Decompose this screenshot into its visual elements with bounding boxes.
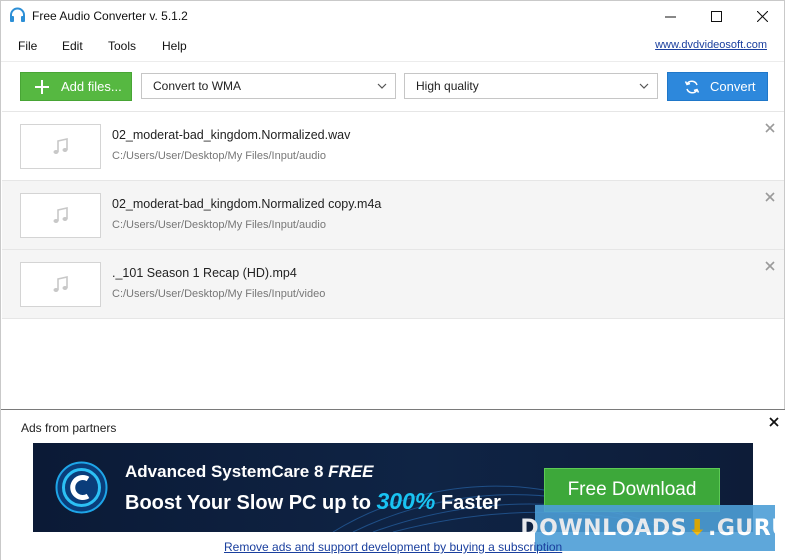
ad-free-tag: FREE	[328, 462, 374, 481]
ad-tagline-percent: 300%	[376, 488, 436, 514]
file-thumbnail	[20, 124, 101, 169]
remove-file-icon[interactable]	[764, 122, 776, 134]
remove-ads-link[interactable]: Remove ads and support development by bu…	[224, 540, 562, 554]
ad-product: Advanced SystemCare 8	[125, 462, 324, 481]
music-note-icon	[53, 275, 68, 292]
menu-help[interactable]: Help	[162, 39, 187, 53]
file-path: C:/Users/User/Desktop/My Files/Input/vid…	[112, 288, 326, 300]
file-row[interactable]: 02_moderat-bad_kingdom.Normalized copy.m…	[2, 181, 784, 250]
remove-file-icon[interactable]	[764, 260, 776, 272]
app-window: Free Audio Converter v. 5.1.2 File Edit …	[0, 0, 785, 560]
music-note-icon	[53, 137, 68, 154]
file-name: 02_moderat-bad_kingdom.Normalized copy.m…	[112, 197, 382, 211]
ad-tagline: Boost Your Slow PC up to 300% Faster	[125, 488, 501, 515]
ad-tagline-suffix: Faster	[440, 492, 501, 514]
menu-edit[interactable]: Edit	[62, 39, 83, 53]
watermark-right: .GURU	[707, 515, 785, 541]
headphones-icon	[9, 7, 26, 24]
add-files-label: Add files...	[61, 79, 122, 94]
convert-button[interactable]: Convert	[667, 72, 768, 101]
file-path: C:/Users/User/Desktop/My Files/Input/aud…	[112, 150, 326, 162]
chevron-down-icon	[639, 83, 649, 89]
file-thumbnail	[20, 262, 101, 307]
output-format-value: Convert to WMA	[153, 79, 242, 93]
refresh-icon	[684, 79, 700, 94]
title-bar: Free Audio Converter v. 5.1.2	[1, 1, 784, 32]
toolbar: Add files... Convert to WMA High quality…	[1, 61, 784, 109]
ads-title: Ads from partners	[21, 421, 117, 435]
quality-select[interactable]: High quality	[404, 73, 658, 99]
menu-file[interactable]: File	[18, 39, 37, 53]
watermark-left: DOWNLOADS	[520, 515, 688, 541]
music-note-icon	[53, 206, 68, 223]
systemcare-logo-icon	[55, 461, 108, 514]
file-path: C:/Users/User/Desktop/My Files/Input/aud…	[112, 219, 326, 231]
convert-label: Convert	[710, 79, 756, 94]
remove-file-icon[interactable]	[764, 191, 776, 203]
file-name: 02_moderat-bad_kingdom.Normalized.wav	[112, 128, 351, 142]
file-row[interactable]: ._101 Season 1 Recap (HD).mp4 C:/Users/U…	[2, 250, 784, 319]
output-format-select[interactable]: Convert to WMA	[141, 73, 396, 99]
ads-panel: Ads from partners Advanced SystemCare 8 …	[1, 409, 785, 560]
download-arrow-icon: ⬇	[688, 515, 707, 541]
downloads-guru-watermark: DOWNLOADS ⬇ .GURU	[520, 505, 785, 551]
minimize-button[interactable]	[647, 1, 693, 32]
add-files-button[interactable]: Add files...	[20, 72, 132, 101]
menu-tools[interactable]: Tools	[108, 39, 136, 53]
file-thumbnail	[20, 193, 101, 238]
file-list: 02_moderat-bad_kingdom.Normalized.wav C:…	[2, 111, 784, 409]
file-name: ._101 Season 1 Recap (HD).mp4	[112, 266, 297, 280]
close-ads-icon[interactable]	[769, 417, 779, 427]
close-window-button[interactable]	[739, 1, 785, 32]
chevron-down-icon	[377, 83, 387, 89]
quality-value: High quality	[416, 79, 479, 93]
plus-icon	[35, 79, 49, 94]
ad-headline: Advanced SystemCare 8 FREE	[125, 462, 374, 482]
website-link[interactable]: www.dvdvideosoft.com	[655, 39, 767, 51]
window-title: Free Audio Converter v. 5.1.2	[32, 9, 188, 23]
ad-tagline-prefix: Boost Your Slow PC up to	[125, 492, 371, 514]
file-row[interactable]: 02_moderat-bad_kingdom.Normalized.wav C:…	[2, 112, 784, 181]
maximize-button[interactable]	[693, 1, 739, 32]
